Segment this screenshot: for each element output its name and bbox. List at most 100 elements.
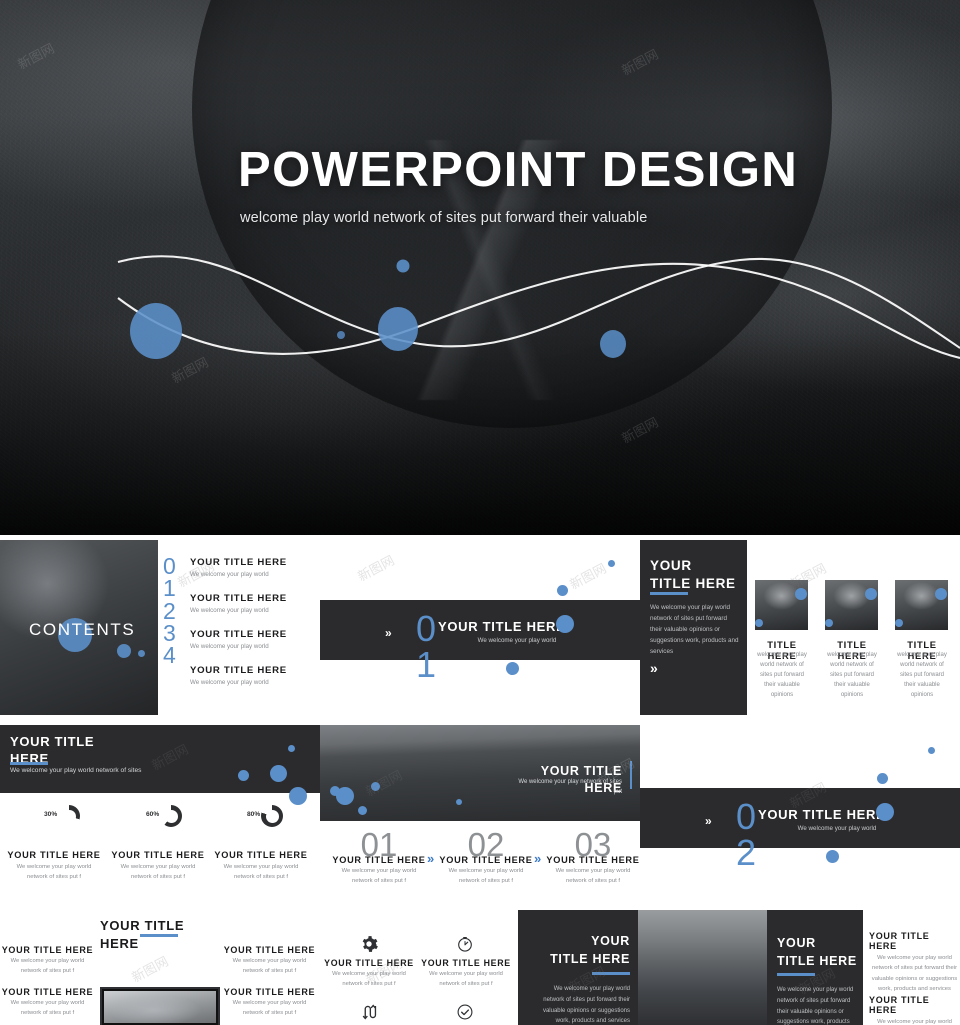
watermark: 新图网 — [567, 561, 610, 594]
accent-dot — [456, 799, 462, 805]
accent-dot — [877, 773, 888, 784]
divider-body: We welcome your play world — [797, 825, 877, 832]
donut-title: YOUR TITLE HERE — [214, 850, 308, 860]
chevron-right-icon: » — [650, 660, 658, 676]
accent-dot — [358, 806, 367, 815]
photo-left-underline — [592, 972, 630, 975]
icon-feature-body: We welcome your play world network of si… — [332, 971, 406, 987]
contents-item[interactable]: YOUR TITLE HERE We welcome your play wor… — [190, 557, 318, 580]
laptop-quadrant[interactable]: YOUR TITLE HERE We welcome your play wor… — [0, 945, 95, 977]
photo-right-title: YOUR TITLE HERE — [777, 935, 857, 970]
donut-percent: 60% — [146, 811, 160, 818]
hero-dot-large-mid — [378, 307, 418, 351]
team-title: YOUR TITLE HERE — [650, 557, 736, 593]
slide-laptop[interactable]: YOUR TITLE HERE YOUR TITLE HERE We welco… — [0, 905, 320, 1025]
hero-dot-small-top — [396, 259, 410, 273]
contents-item-title: YOUR TITLE HERE — [190, 629, 287, 640]
slide-steps[interactable]: YOUR TITLE HERE We welcome your play net… — [320, 725, 640, 900]
step-body: We welcome your play world network of si… — [448, 868, 524, 884]
steps-overlay-body: We welcome your play network of sites pu… — [518, 779, 622, 796]
contents-item[interactable]: YOUR TITLE HERE We welcome your play wor… — [190, 593, 318, 616]
icon-feature-title: YOUR TITLE HERE — [421, 958, 511, 968]
check-circle-icon — [457, 1004, 473, 1020]
hero-wave-graphic — [117, 255, 960, 360]
accent-dot — [795, 588, 807, 600]
hero-subtitle: welcome play world network of sites put … — [240, 210, 648, 226]
accent-dot — [556, 615, 574, 633]
contents-item[interactable]: YOUR TITLE HERE We welcome your play wor… — [190, 665, 318, 688]
accent-dot — [895, 619, 903, 627]
accent-dot — [138, 650, 145, 657]
accent-dot — [117, 644, 131, 658]
steps-overlay-line1: YOUR TITLE — [540, 764, 622, 778]
donut-title: YOUR TITLE HERE — [111, 850, 205, 860]
step-title: YOUR TITLE HERE — [332, 855, 426, 865]
contents-item[interactable]: YOUR TITLE HERE We welcome your play wor… — [190, 629, 318, 652]
laptop-quadrant-title: YOUR TITLE HERE — [1, 945, 94, 955]
swap-arrows-icon — [362, 1004, 377, 1020]
step-title: YOUR TITLE HERE — [546, 855, 640, 865]
laptop-screen-image — [104, 991, 216, 1023]
template-preview-page: POWERPOINT DESIGN welcome play world net… — [0, 0, 960, 1025]
team-title-line1: YOUR — [650, 558, 692, 573]
icon-feature-title: YOUR TITLE HERE — [324, 958, 414, 968]
contents-item-body: We welcome your play world — [190, 643, 269, 650]
donut-body: We welcome your play world network of si… — [223, 864, 299, 880]
steps-accent-bar — [630, 761, 632, 789]
accent-dot — [330, 786, 340, 796]
team-member-body: welcome your play world network of sites… — [897, 652, 947, 698]
photo-left-title-line2: TITLE HERE — [550, 951, 630, 966]
accent-dot — [876, 803, 894, 821]
text-column-item[interactable]: YOUR TITLE HERE We welcome your play wor… — [869, 995, 960, 1025]
slide-divider-01[interactable]: » 01 YOUR TITLE HERE We welcome your pla… — [320, 540, 640, 715]
donut-percent: 80% — [247, 811, 261, 818]
donut-body: We welcome your play world network of si… — [16, 864, 92, 880]
laptop-frame — [100, 987, 220, 1025]
hero-dot-tiny — [337, 331, 345, 339]
slide-icon-features[interactable]: YOUR TITLE HERE We welcome your play wor… — [320, 905, 515, 1025]
laptop-quadrant[interactable]: YOUR TITLE HERE We welcome your play wor… — [222, 987, 317, 1019]
donut-chart — [160, 805, 182, 827]
accent-dot — [270, 765, 287, 782]
hero-dot-large-left — [130, 303, 182, 359]
laptop-quadrant-title: YOUR TITLE HERE — [223, 945, 316, 955]
photo-left-title-line1: YOUR — [591, 934, 630, 948]
laptop-quadrant-title: YOUR TITLE HERE — [1, 987, 94, 997]
accent-dot — [557, 585, 568, 596]
accent-dot — [755, 619, 763, 627]
slide-photo-text-left[interactable]: YOUR TITLE HERE We welcome your play wor… — [515, 905, 745, 1025]
accent-dot — [928, 747, 935, 754]
slide-contents[interactable]: CONTENTS 01234 YOUR TITLE HERE We welcom… — [0, 540, 320, 715]
donut-body: We welcome your play world network of si… — [120, 864, 196, 880]
hero-title: POWERPOINT DESIGN — [238, 143, 799, 197]
slide-divider-02[interactable]: » 02 YOUR TITLE HERE We welcome your pla… — [640, 725, 960, 900]
slide-team[interactable]: YOUR TITLE HERE We welcome your play wor… — [640, 540, 960, 715]
contents-item-title: YOUR TITLE HERE — [190, 557, 287, 568]
donut-title: YOUR TITLE HERE — [7, 850, 101, 860]
divider-number: 01 — [416, 608, 437, 685]
slide-photo-text-right[interactable]: YOUR TITLE HERE We welcome your play wor… — [745, 905, 960, 1025]
contents-item-body: We welcome your play world — [190, 679, 269, 686]
text-column-item[interactable]: YOUR TITLE HERE We welcome your play wor… — [869, 931, 960, 994]
chevron-right-icon: » — [385, 626, 392, 640]
hero-dot-right — [600, 330, 626, 358]
laptop-title-underline — [140, 934, 178, 937]
team-body: We welcome your play world network of si… — [650, 604, 739, 656]
contents-item-title: YOUR TITLE HERE — [190, 593, 287, 604]
photo-right-body: We welcome your play world network of si… — [777, 987, 854, 1025]
laptop-quadrant-title: YOUR TITLE HERE — [223, 987, 316, 997]
accent-dot — [238, 770, 249, 781]
team-member-body: welcome your play world network of sites… — [757, 652, 807, 698]
laptop-quadrant-body: We welcome your play world network of si… — [10, 1000, 85, 1016]
text-column-body: We welcome your play world network of si… — [871, 955, 958, 992]
laptop-quadrant[interactable]: YOUR TITLE HERE We welcome your play wor… — [0, 987, 95, 1019]
watermark: 新图网 — [129, 954, 172, 987]
slide-donut-stats[interactable]: YOUR TITLE HERE We welcome your play wor… — [0, 725, 320, 900]
accent-dot — [289, 787, 307, 805]
laptop-quadrant[interactable]: YOUR TITLE HERE We welcome your play wor… — [222, 945, 317, 977]
icon-feature-body: We welcome your play world network of si… — [429, 971, 503, 987]
divider-number: 02 — [736, 796, 757, 873]
step-body: We welcome your play world network of si… — [555, 868, 631, 884]
text-column-body: We welcome your play world network of si… — [877, 1019, 952, 1025]
divider-title: YOUR TITLE HERE — [438, 619, 566, 634]
